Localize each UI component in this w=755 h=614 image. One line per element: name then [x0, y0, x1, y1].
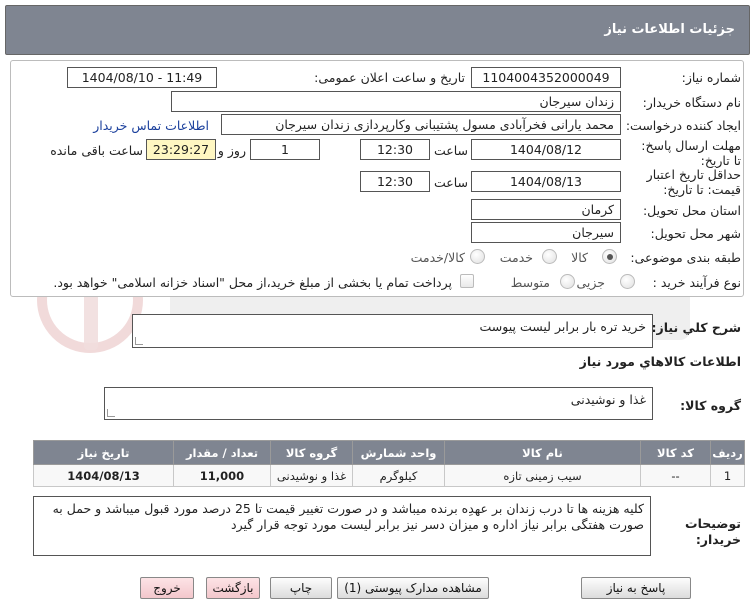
buyer-notes-label: توضیحات خریدار:: [685, 516, 741, 547]
summary-text: خرید تره بار برابر لیست پیوست: [479, 319, 646, 334]
price-validity-date-field: 1404/08/13: [471, 171, 621, 192]
remaining-time-label: ساعت باقی مانده: [50, 143, 143, 158]
col-header-item-code: کد کالا: [640, 440, 711, 465]
goods-group-text: غذا و نوشیدنی: [570, 392, 646, 407]
buyer-org-field: زندان سیرجان: [171, 91, 621, 112]
buyer-org-label: نام دستگاه خریدار:: [642, 95, 741, 110]
view-attachments-button[interactable]: مشاهده مدارک پیوستی (1): [337, 577, 489, 599]
reply-time-label: ساعت: [433, 143, 468, 158]
category-option-service: خدمت: [499, 250, 533, 265]
cell-row-number: 1: [710, 464, 745, 487]
reply-button[interactable]: پاسخ به نیاز: [581, 577, 691, 599]
goods-group-field: غذا و نوشیدنی: [104, 387, 653, 420]
cell-group: غذا و نوشیدنی: [270, 464, 353, 487]
need-number-field: 1104004352000049: [471, 67, 621, 88]
remaining-days-field: 1: [250, 139, 320, 160]
creator-label: ایجاد کننده درخواست:: [625, 118, 741, 133]
process-option-minor: جزیی: [576, 275, 605, 290]
cell-unit: کیلوگرم: [352, 464, 445, 487]
price-validity-label: حداقل تاریخ اعتبار قیمت: تا تاریخ:: [646, 167, 741, 197]
col-header-item-name: نام کالا: [444, 440, 641, 465]
category-radio-service[interactable]: [542, 249, 557, 264]
table-header-row: ردیف کد کالا نام کالا واحد شمارش گروه کا…: [33, 440, 745, 465]
goods-group-label: گروه کالا:: [680, 398, 741, 413]
cell-item-code: --: [640, 464, 711, 487]
process-radio-minor[interactable]: [620, 274, 635, 289]
exit-button[interactable]: خروج: [140, 577, 194, 599]
need-number-label: شماره نیاز:: [681, 70, 741, 85]
back-button[interactable]: بازگشت: [206, 577, 260, 599]
category-option-goods: کالا: [571, 250, 588, 265]
cell-need-date: 1404/08/13: [33, 464, 174, 487]
province-field: کرمان: [471, 199, 621, 220]
col-header-row-number: ردیف: [710, 440, 745, 465]
goods-section-title: اطلاعات کالاهاي مورد نياز: [579, 354, 741, 369]
creator-field: محمد یارانی فخرآبادی مسول پشتیبانی وکارپ…: [221, 114, 621, 135]
category-radio-goods-service[interactable]: [470, 249, 485, 264]
reply-deadline-label: مهلت ارسال پاسخ: تا تاریخ:: [641, 138, 741, 168]
treasury-payment-note: پرداخت تمام یا بخشی از مبلغ خرید،از محل …: [53, 275, 452, 290]
print-button[interactable]: چاپ: [270, 577, 332, 599]
price-validity-time-label: ساعت: [433, 175, 468, 190]
city-label: شهر محل تحویل:: [650, 226, 741, 241]
reply-time-field: 12:30: [360, 139, 430, 160]
category-label: طبقه بندی موضوعی:: [630, 250, 741, 265]
category-radio-goods[interactable]: [602, 249, 617, 264]
page-header: جزئیات اطلاعات نیاز: [5, 5, 750, 55]
summary-label: شرح کلي نياز:: [651, 320, 741, 335]
days-label: روز و: [217, 143, 246, 158]
summary-field: خرید تره بار برابر لیست پیوست: [132, 314, 653, 348]
province-label: استان محل تحویل:: [642, 203, 741, 218]
page-title: جزئیات اطلاعات نیاز: [604, 22, 735, 37]
cell-quantity: 11,000: [173, 464, 271, 487]
treasury-payment-checkbox[interactable]: [460, 274, 474, 288]
col-header-quantity: تعداد / مقدار: [173, 440, 271, 465]
buyer-contact-link[interactable]: اطلاعات تماس خریدار: [93, 118, 209, 133]
reply-date-field: 1404/08/12: [471, 139, 621, 160]
announce-datetime-label: تاریخ و ساعت اعلان عمومی:: [314, 70, 465, 85]
buyer-notes-field: کلیه هزینه ها تا درب زندان بر عهدِه برند…: [33, 496, 651, 556]
col-header-unit: واحد شمارش: [352, 440, 445, 465]
price-validity-time-field: 12:30: [360, 171, 430, 192]
process-radio-medium[interactable]: [560, 274, 575, 289]
resize-grip-icon[interactable]: [135, 337, 143, 345]
goods-table: ردیف کد کالا نام کالا واحد شمارش گروه کا…: [33, 440, 745, 487]
resize-grip-icon[interactable]: [107, 409, 115, 417]
remaining-time-field: 23:29:27: [146, 139, 216, 160]
col-header-need-date: تاریخ نیاز: [33, 440, 174, 465]
process-option-medium: متوسط: [510, 275, 550, 290]
city-field: سیرجان: [471, 222, 621, 243]
announce-datetime-field: 1404/08/10 - 11:49: [67, 67, 217, 88]
category-option-goods-service: کالا/خدمت: [410, 250, 465, 265]
buyer-notes-text: کلیه هزینه ها تا درب زندان بر عهدِه برند…: [52, 501, 644, 532]
process-type-label: نوع فرآیند خرید :: [652, 275, 741, 290]
table-row: 1 -- سیب زمینی تازه کیلوگرم غذا و نوشیدن…: [33, 464, 745, 487]
col-header-group: گروه کالا: [270, 440, 353, 465]
cell-item-name: سیب زمینی تازه: [444, 464, 641, 487]
